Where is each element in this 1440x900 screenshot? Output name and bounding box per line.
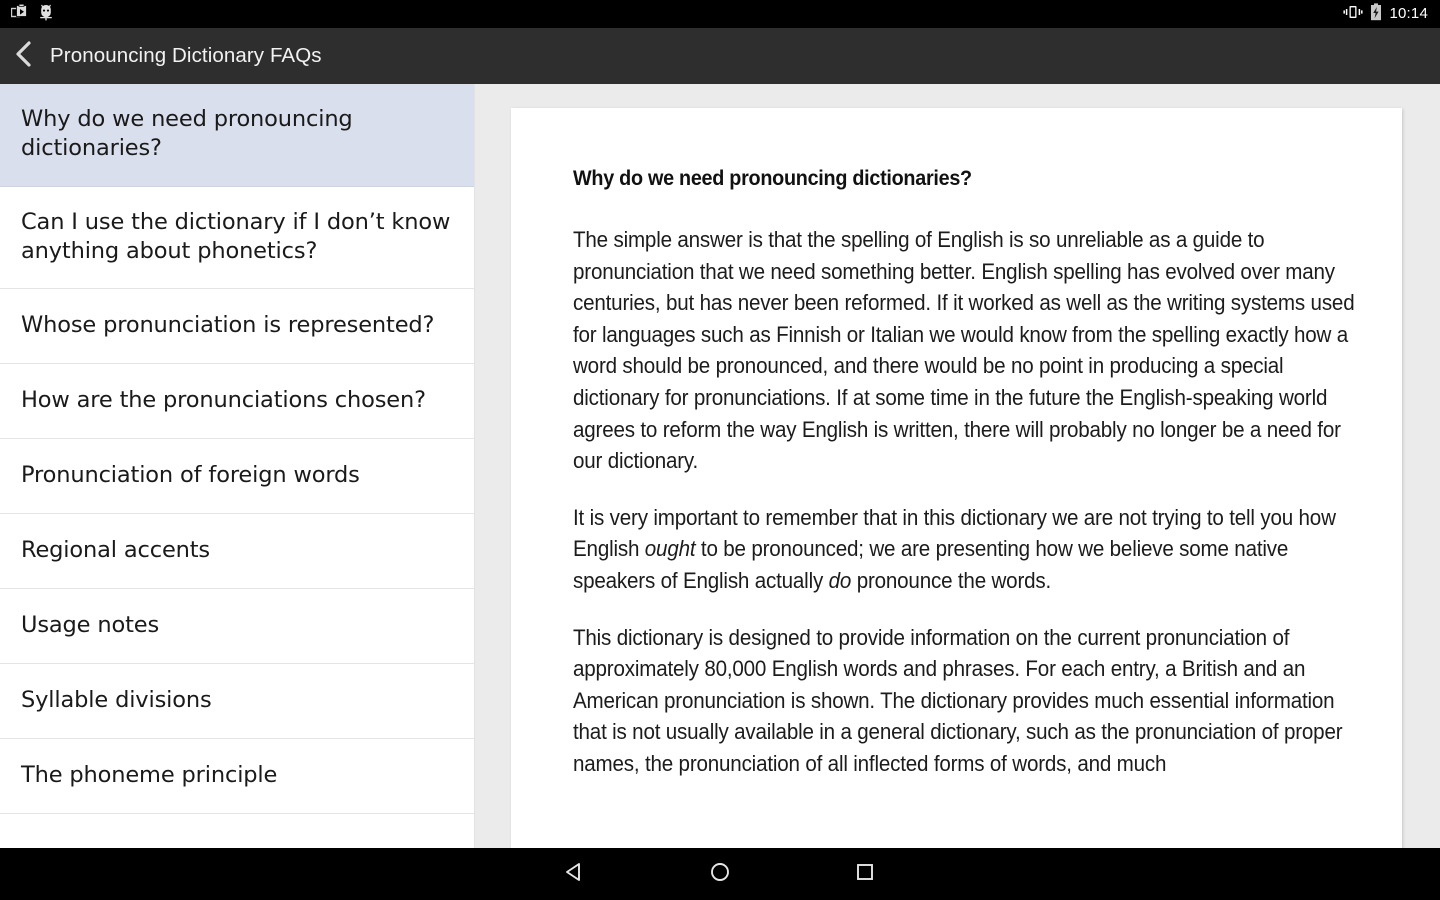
screenshot-icon [10,3,28,25]
list-item-label: Why do we need pronouncing dictionaries? [21,106,353,162]
nav-recents-button[interactable] [793,848,938,900]
list-item-label: How are the pronunciations chosen? [21,386,426,413]
status-notification-icons [0,3,54,25]
detail-paragraph-1: The simple answer is that the spelling o… [573,227,1355,474]
detail-paragraph-2: It is very important to remember that in… [573,502,1360,597]
faq-list-item-2[interactable]: Whose pronunciation is represented? [0,289,474,364]
detail-pane[interactable]: Why do we need pronouncing dictionaries?… [476,84,1440,900]
list-item-label: Pronunciation of foreign words [21,461,360,488]
detail-heading: Why do we need pronouncing dictionaries? [573,166,972,190]
nav-back-button[interactable] [503,848,648,900]
paragraph-text-part3: pronounce the words. [851,567,1052,593]
page-title: Pronouncing Dictionary FAQs [50,44,322,67]
faq-list-item-4[interactable]: Pronunciation of foreign words [0,439,474,514]
app-bar: Pronouncing Dictionary FAQs [0,28,1440,84]
vibrate-icon [1343,4,1364,24]
content-area: Why do we need pronouncing dictionaries?… [0,84,1440,900]
status-system-icons: 10:14 [1343,3,1440,25]
emphasis-ought: ought [644,536,696,562]
emphasis-do: do [828,567,852,593]
recents-square-icon [853,860,877,888]
faq-list-item-5[interactable]: Regional accents [0,514,474,589]
list-item-label: Syllable divisions [21,686,212,713]
faq-list-item-1[interactable]: Can I use the dictionary if I don’t know… [0,186,474,289]
nav-home-button[interactable] [648,848,793,900]
faq-list-item-0[interactable]: Why do we need pronouncing dictionaries? [0,84,474,187]
faq-list-item-8[interactable]: The phoneme principle [0,739,474,814]
list-item-label: Whose pronunciation is represented? [21,311,435,338]
faq-list-item-7[interactable]: Syllable divisions [0,664,474,739]
faq-list[interactable]: Why do we need pronouncing dictionaries?… [0,84,475,848]
back-chevron-icon [14,39,34,73]
list-item-label: The phoneme principle [21,761,278,788]
system-navigation-bar [0,848,1440,900]
back-button[interactable] [2,28,46,84]
status-clock: 10:14 [1389,5,1428,22]
android-tablet-screen: 10:14 Pronouncing Dictionary FAQs Why do… [0,0,1440,900]
faq-list-item-3[interactable]: How are the pronunciations chosen? [0,364,474,439]
list-item-label: Can I use the dictionary if I don’t know… [21,208,451,264]
faq-list-item-6[interactable]: Usage notes [0,589,474,664]
home-circle-icon [708,860,732,888]
detail-paragraph-3: This dictionary is designed to provide i… [573,624,1343,776]
battery-charging-icon [1370,3,1382,25]
status-bar: 10:14 [0,0,1440,28]
back-triangle-icon [563,860,587,888]
list-item-label: Regional accents [21,536,210,563]
detail-card: Why do we need pronouncing dictionaries?… [511,108,1402,900]
detail-body: Why do we need pronouncing dictionaries?… [511,108,1402,845]
list-item-label: Usage notes [21,611,160,638]
usb-debug-icon [38,4,54,25]
